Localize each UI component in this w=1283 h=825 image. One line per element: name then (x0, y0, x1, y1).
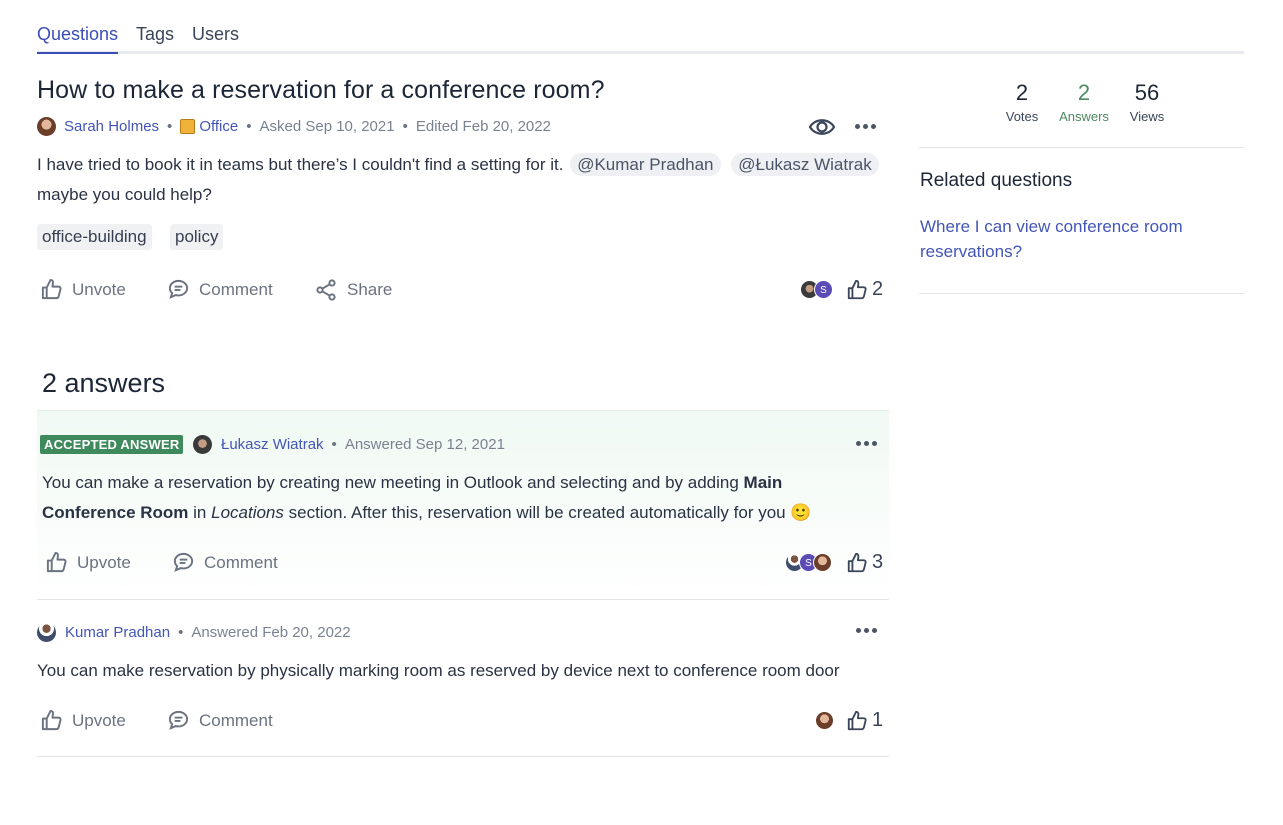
answered-date: Answered Sep 12, 2021 (344, 435, 505, 453)
answer-bold: Conference Room (42, 503, 189, 522)
smile-emoji: 🙂 (790, 503, 812, 522)
stat-label: Votes (1005, 109, 1039, 124)
comment-label: Comment (199, 279, 273, 299)
answer-meta: Łukasz Wiatrak • Answered Sep 12, 2021 (193, 434, 505, 454)
separator-dot: • (167, 117, 173, 135)
stat-value: 56 (1134, 80, 1160, 105)
thumbs-up-icon (847, 552, 867, 572)
vote-count[interactable]: 1 (846, 709, 883, 732)
voter-avatars[interactable] (815, 711, 834, 730)
answer-text: in (188, 503, 212, 522)
comment-button[interactable]: Comment (167, 278, 273, 301)
more-options-icon[interactable] (856, 628, 877, 633)
upvote-button[interactable]: Upvote (45, 551, 131, 574)
tag-office-building[interactable]: office-building (37, 224, 152, 250)
share-button[interactable]: Share (314, 278, 392, 302)
tag-policy[interactable]: policy (170, 224, 224, 250)
accepted-badge: ACCEPTED ANSWER (40, 435, 184, 454)
share-icon (316, 279, 336, 301)
tab-questions[interactable]: Questions (37, 24, 119, 54)
stat-value: 2 (1077, 80, 1091, 105)
comment-button[interactable]: Comment (172, 551, 278, 574)
stat-answers: 2 Answers (1055, 80, 1113, 124)
author-link[interactable]: Łukasz Wiatrak (221, 436, 324, 453)
vote-number: 1 (872, 709, 884, 731)
upvote-label: Upvote (72, 710, 126, 730)
thumbs-up-icon (41, 709, 62, 731)
more-options-icon[interactable] (855, 124, 876, 129)
comment-icon (168, 710, 189, 730)
eye-icon[interactable] (808, 114, 836, 140)
question-title: How to make a reservation for a conferen… (37, 76, 605, 104)
stat-label: Answers (1059, 109, 1109, 124)
divider (919, 293, 1244, 294)
divider (37, 599, 889, 600)
avatar[interactable] (37, 116, 56, 136)
related-questions-title: Related questions (920, 170, 1073, 191)
space-link[interactable]: Office (199, 118, 238, 135)
stat-value: 2 (1015, 80, 1029, 105)
author-link[interactable]: Kumar Pradhan (65, 624, 170, 641)
vote-number: 2 (872, 278, 884, 300)
answered-date: Answered Feb 20, 2022 (191, 623, 351, 641)
comment-icon (168, 279, 189, 299)
asked-date: Asked Sep 10, 2021 (259, 117, 395, 135)
comment-button[interactable]: Comment (167, 709, 273, 732)
stat-votes: 2 Votes (1000, 80, 1044, 124)
stat-views: 56 Views (1125, 80, 1169, 124)
related-question-link[interactable]: Where I can view conference room reserva… (920, 214, 1220, 264)
more-options-icon[interactable] (856, 441, 877, 446)
divider (37, 756, 889, 757)
comment-label: Comment (204, 552, 278, 572)
unvote-label: Unvote (72, 279, 126, 299)
voter-avatars[interactable]: S (800, 280, 833, 299)
thumbs-up-icon (46, 551, 67, 573)
unvote-button[interactable]: Unvote (40, 278, 126, 301)
share-label: Share (347, 280, 393, 299)
comment-icon (173, 552, 194, 572)
tab-tags[interactable]: Tags (136, 24, 174, 54)
voter-avatars[interactable]: S (785, 553, 832, 572)
vote-count[interactable]: 2 (846, 278, 883, 301)
answer-body: You can make a reservation by creating n… (42, 468, 842, 528)
thumbs-up-icon (847, 710, 867, 730)
upvote-label: Upvote (77, 552, 131, 572)
divider (919, 147, 1244, 148)
answer-meta: Kumar Pradhan • Answered Feb 20, 2022 (37, 622, 351, 642)
answer-bold: Main (743, 473, 783, 492)
answer-text: You can make a reservation by creating n… (42, 473, 744, 492)
vote-count[interactable]: 3 (846, 551, 883, 574)
separator-dot: • (246, 117, 252, 135)
avatar[interactable] (37, 622, 56, 642)
upvote-button[interactable]: Upvote (40, 709, 126, 732)
question-text: I have tried to book it in teams but the… (37, 155, 564, 174)
question-body: I have tried to book it in teams but the… (37, 150, 897, 210)
thumbs-up-icon (41, 278, 62, 300)
avatar (815, 711, 834, 730)
author-link[interactable]: Sarah Holmes (64, 118, 159, 135)
comment-label: Comment (199, 710, 273, 730)
thumbs-up-icon (847, 279, 867, 299)
question-meta: Sarah Holmes • Office • Asked Sep 10, 20… (37, 116, 551, 136)
question-text-tail: maybe you could help? (37, 185, 212, 204)
avatar (813, 553, 832, 572)
answer-body: You can make reservation by physically m… (37, 656, 887, 686)
mention-kumar[interactable]: @Kumar Pradhan (570, 153, 721, 176)
answers-heading: 2 answers (42, 368, 166, 398)
answer-italic: Locations (211, 503, 284, 522)
stat-label: Views (1129, 109, 1165, 124)
avatar[interactable] (193, 434, 212, 454)
answer-text: You can make reservation by physically m… (37, 661, 840, 680)
separator-dot: • (178, 623, 184, 641)
edited-date: Edited Feb 20, 2022 (415, 117, 551, 135)
tab-bar: Questions Tags Users (37, 0, 1244, 54)
vote-number: 3 (872, 551, 884, 573)
tab-users[interactable]: Users (192, 24, 239, 54)
avatar: S (814, 280, 833, 299)
separator-dot: • (402, 117, 408, 135)
office-space-icon (180, 118, 196, 134)
mention-lukasz[interactable]: @Łukasz Wiatrak (731, 153, 879, 176)
answer-text: section. After this, reservation will be… (283, 503, 791, 522)
separator-dot: • (331, 435, 337, 453)
